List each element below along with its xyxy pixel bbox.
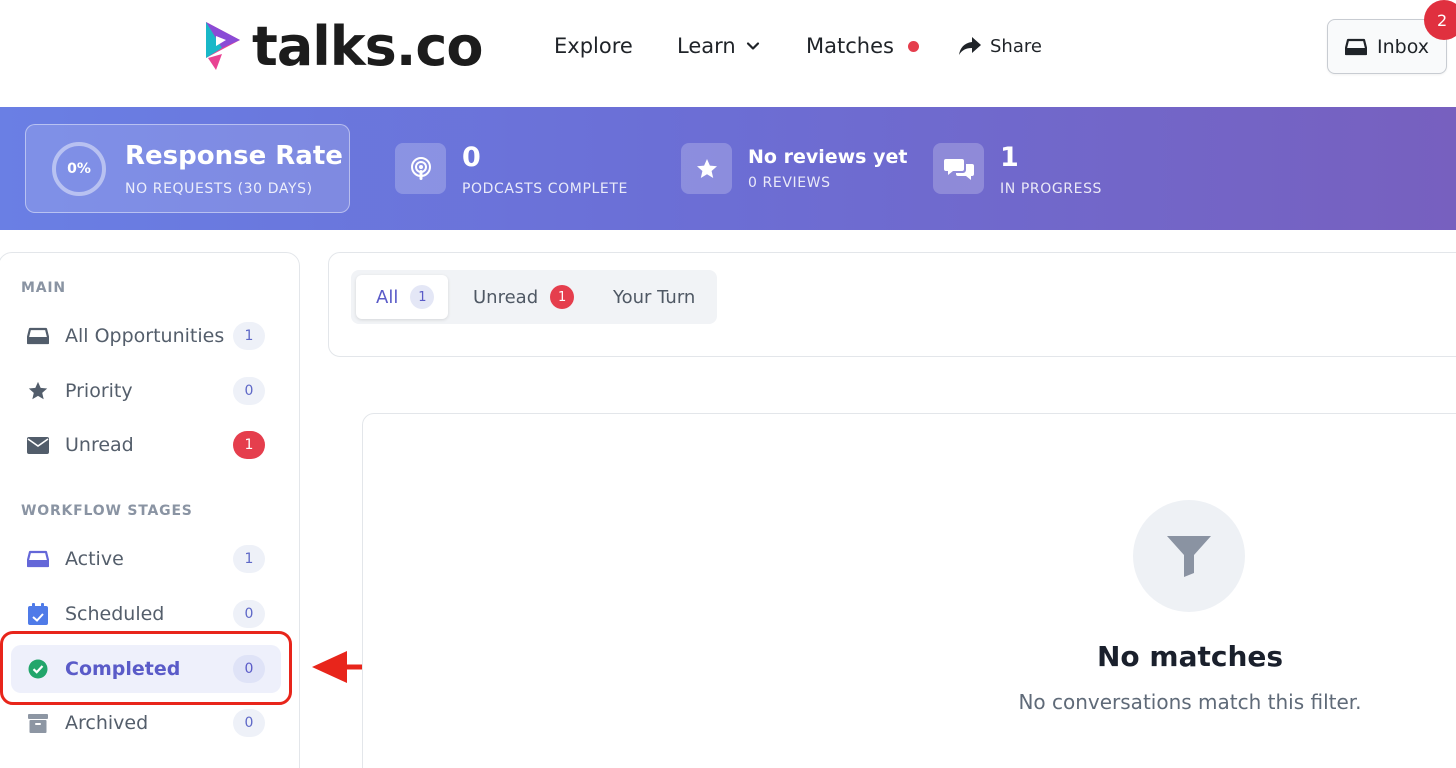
sidebar-item-archived[interactable]: Archived 0 [11, 699, 281, 747]
star-icon [681, 143, 732, 194]
tab-all[interactable]: All 1 [356, 275, 448, 319]
nav-explore-label: Explore [554, 34, 633, 58]
sidebar-item-label: Archived [65, 712, 149, 734]
inbox-icon [27, 548, 49, 570]
nav-explore[interactable]: Explore [554, 31, 633, 61]
response-rate-card: 0% Response Rate NO REQUESTS (30 DAYS) [25, 124, 350, 213]
nav-share-label: Share [990, 35, 1042, 57]
inbox-icon [27, 325, 49, 347]
chevron-down-icon [746, 42, 759, 50]
sidebar-item-unread[interactable]: Unread 1 [11, 421, 281, 469]
annotation-highlight-box [0, 631, 292, 705]
nav-matches[interactable]: Matches [806, 31, 919, 61]
tab-count-badge: 1 [410, 285, 435, 309]
reviews-value: No reviews yet [748, 146, 908, 168]
count-badge: 0 [233, 600, 265, 628]
response-rate-ring: 0% [52, 142, 106, 196]
inbox-label: Inbox [1377, 35, 1429, 58]
podcasts-complete-value: 0 [462, 142, 481, 173]
filter-tabs: All 1 Unread 1 Your Turn [351, 270, 717, 324]
sidebar-item-active[interactable]: Active 1 [11, 535, 281, 583]
in-progress-label: IN PROGRESS [1000, 181, 1103, 197]
count-badge: 1 [233, 322, 265, 350]
sidebar-item-label: Scheduled [65, 603, 165, 625]
sidebar-section-workflow: WORKFLOW STAGES [21, 503, 193, 519]
tab-label: Unread [473, 286, 539, 308]
empty-state-title: No matches [1096, 640, 1284, 673]
star-icon [27, 380, 49, 402]
share-icon [959, 37, 981, 55]
archive-icon [27, 712, 49, 734]
logo-text: talks.co [252, 15, 483, 78]
nav-matches-label: Matches [806, 34, 894, 58]
nav-learn[interactable]: Learn [677, 31, 760, 61]
nav-learn-label: Learn [677, 34, 736, 58]
unread-count-badge: 1 [233, 431, 265, 459]
tab-count-badge: 1 [550, 285, 575, 309]
count-badge: 0 [233, 709, 265, 737]
podcasts-complete-label: PODCASTS COMPLETE [462, 181, 628, 197]
count-badge: 0 [233, 377, 265, 405]
empty-state-badge [1133, 500, 1245, 612]
stats-banner: 0% Response Rate NO REQUESTS (30 DAYS) 0… [0, 107, 1456, 230]
tab-label: Your Turn [613, 286, 696, 308]
envelope-icon [27, 434, 49, 456]
sidebar-item-priority[interactable]: Priority 0 [11, 367, 281, 415]
talks-logo[interactable]: talks.co [200, 15, 483, 78]
sidebar-item-label: Active [65, 548, 124, 570]
tab-unread[interactable]: Unread 1 [473, 275, 575, 319]
tab-your-turn[interactable]: Your Turn [613, 275, 695, 319]
sidebar-item-label: Unread [65, 434, 134, 456]
response-rate-subtitle: NO REQUESTS (30 DAYS) [125, 181, 313, 197]
count-badge: 1 [233, 545, 265, 573]
talks-logo-icon [206, 22, 240, 70]
filter-icon [1167, 536, 1211, 577]
empty-state-subtitle: No conversations match this filter. [1018, 690, 1362, 714]
inbox-count-badge: 2 [1424, 0, 1456, 40]
response-rate-title: Response Rate [125, 141, 343, 171]
in-progress-value: 1 [1000, 142, 1019, 173]
top-header: talks.co Explore Learn Matches Share Inb… [0, 0, 1456, 107]
podcast-icon [395, 143, 446, 194]
sidebar-item-label: All Opportunities [65, 325, 225, 347]
tab-label: All [376, 286, 399, 308]
inbox-icon [1345, 38, 1367, 55]
reviews-label: 0 REVIEWS [748, 175, 831, 191]
notification-dot [907, 40, 919, 52]
calendar-icon [27, 603, 49, 625]
sidebar-section-main: MAIN [21, 280, 66, 296]
sidebar-item-label: Priority [65, 380, 133, 402]
filter-bar: All 1 Unread 1 Your Turn [328, 252, 1456, 357]
sidebar-item-all-opportunities[interactable]: All Opportunities 1 [11, 312, 281, 360]
chat-icon [933, 143, 984, 194]
conversation-list-panel: No matches No conversations match this f… [362, 413, 1456, 768]
nav-share[interactable]: Share [958, 31, 1042, 61]
